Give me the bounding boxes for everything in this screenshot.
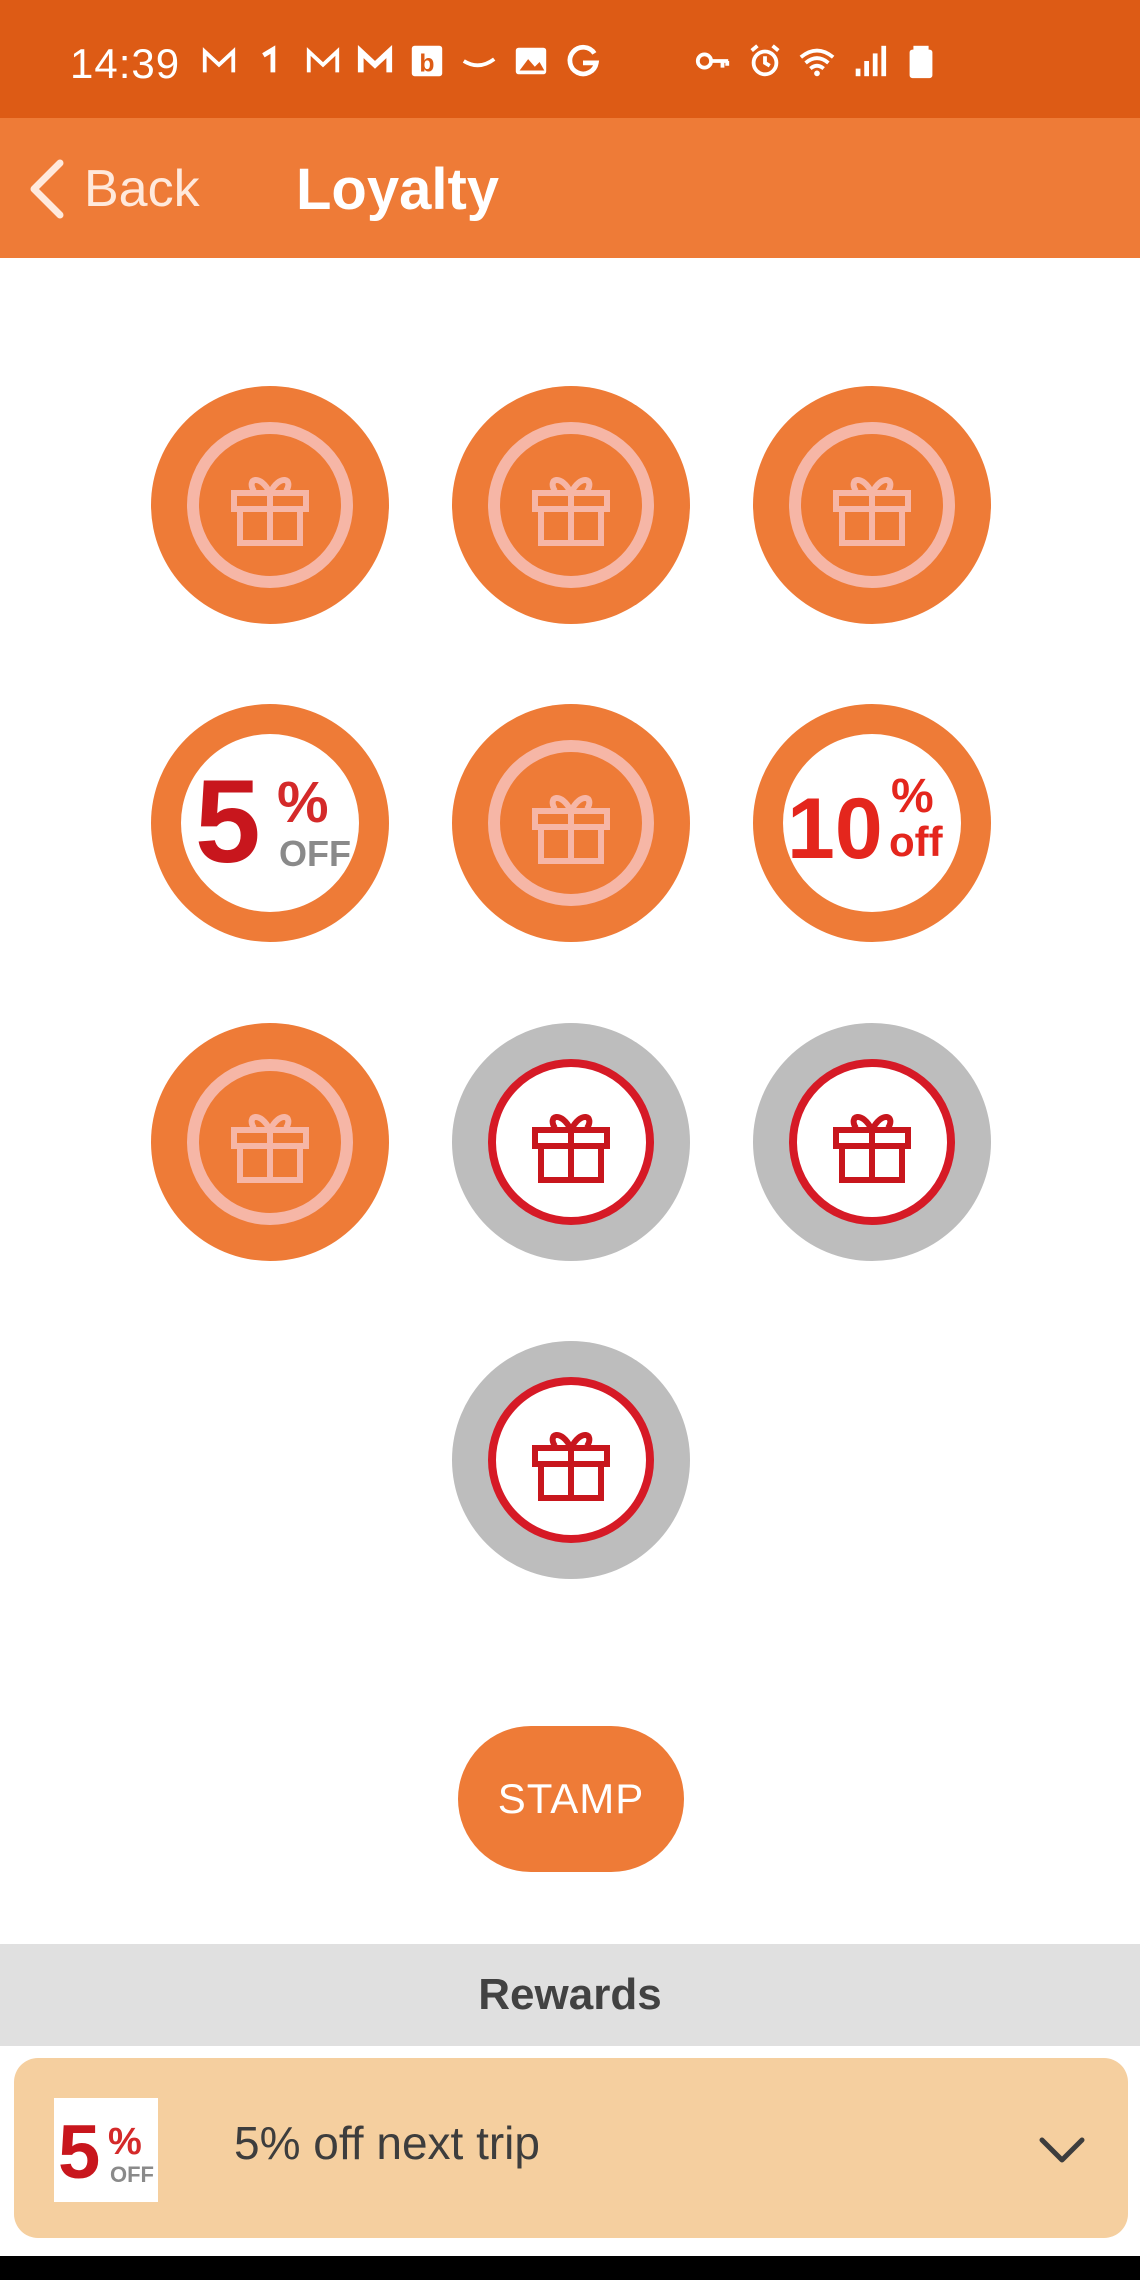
badge-5-number: 5 xyxy=(195,756,261,888)
svg-text:%: % xyxy=(108,2121,142,2163)
status-bar: 14:39 b xyxy=(0,0,1140,118)
badge-10-percent: % xyxy=(891,770,934,823)
badge-10-number: 10 xyxy=(787,781,883,877)
gift-icon xyxy=(532,1432,610,1501)
gift-icon xyxy=(231,1114,309,1183)
reward-thumbnail: 5 % OFF xyxy=(54,2098,158,2202)
system-icons xyxy=(694,42,940,80)
battery-icon xyxy=(902,42,940,80)
five-percent-off-badge: 5 % OFF xyxy=(195,756,351,888)
stamp-8 xyxy=(452,1023,690,1261)
page-title: Loyalty xyxy=(296,157,500,222)
gallery-icon xyxy=(512,42,550,80)
gift-icon xyxy=(532,477,610,546)
booking-b-icon: b xyxy=(408,42,446,80)
badge-10-off: off xyxy=(889,818,944,865)
rewards-header: Rewards xyxy=(0,1944,1140,2046)
gmail-icon xyxy=(304,42,342,80)
stamp-button[interactable]: STAMP xyxy=(458,1726,684,1872)
app-bar: Back Loyalty xyxy=(0,118,1140,258)
google-g-icon xyxy=(564,42,602,80)
stamp-5 xyxy=(452,704,690,942)
stamp-10 xyxy=(452,1341,690,1579)
back-button[interactable]: Back xyxy=(26,154,200,224)
gmail-icon xyxy=(200,42,238,80)
gift-icon xyxy=(231,477,309,546)
chevron-down-icon[interactable] xyxy=(1032,2120,1092,2180)
status-time: 14:39 xyxy=(70,40,181,87)
stamp-3 xyxy=(753,386,991,624)
stamp-4-reward-5-off: 5 % OFF xyxy=(151,704,389,942)
gift-icon xyxy=(532,1114,610,1183)
notification-1-icon xyxy=(252,42,290,80)
stamp-9 xyxy=(753,1023,991,1261)
reward-item[interactable]: 5 % OFF 5% off next trip xyxy=(14,2058,1128,2238)
svg-text:b: b xyxy=(419,50,434,77)
gmail-icon xyxy=(356,42,394,80)
gift-icon xyxy=(833,1114,911,1183)
wifi-icon xyxy=(798,42,836,80)
svg-text:5: 5 xyxy=(58,2110,100,2195)
svg-text:OFF: OFF xyxy=(110,2162,154,2187)
amazon-icon xyxy=(460,42,498,80)
badge-5-percent: % xyxy=(277,770,329,835)
ten-percent-off-badge: 10 % off xyxy=(787,770,944,877)
reward-label: 5% off next trip xyxy=(234,2117,540,2169)
stamp-6-reward-10-off: 10 % off xyxy=(753,704,991,942)
signal-icon xyxy=(850,42,888,80)
gift-icon xyxy=(833,477,911,546)
back-label: Back xyxy=(84,160,200,218)
system-nav-bar xyxy=(0,2256,1140,2280)
notification-icons: b xyxy=(200,42,602,80)
vpn-key-icon xyxy=(694,42,732,80)
stamp-1 xyxy=(151,386,389,624)
stamp-7 xyxy=(151,1023,389,1261)
badge-5-off: OFF xyxy=(279,833,351,874)
gift-icon xyxy=(532,795,610,864)
alarm-icon xyxy=(746,42,784,80)
chevron-left-icon xyxy=(30,159,64,219)
stamp-2 xyxy=(452,386,690,624)
five-percent-off-badge: 5 % OFF xyxy=(58,2110,154,2195)
